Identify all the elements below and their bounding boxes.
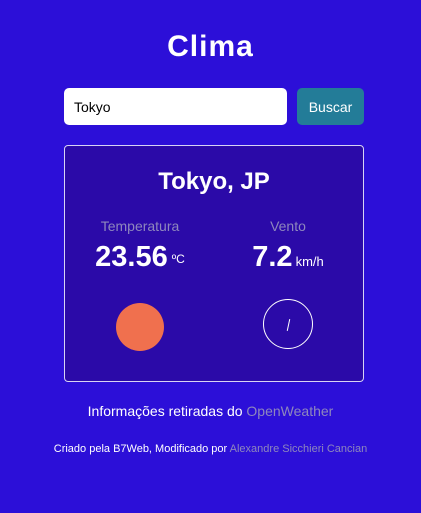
temperature-value: 23.56	[95, 241, 168, 273]
wind-direction-dial	[263, 299, 313, 349]
wind-value: 7.2	[252, 241, 293, 273]
wind-direction-needle	[286, 319, 291, 331]
credit-line: Criado pela B7Web, Modificado por Alexan…	[0, 443, 421, 455]
wind-value-group: 7.2 km/h	[213, 240, 363, 279]
credit-text: Criado pela B7Web, Modificado por	[53, 443, 228, 455]
source-line: Informações retiradas do OpenWeather	[0, 403, 421, 419]
search-input[interactable]	[64, 88, 287, 125]
city-title: Tokyo, JP	[158, 168, 270, 195]
wind-section: Vento 7.2 km/h	[213, 218, 363, 279]
wind-label: Vento	[270, 218, 306, 234]
author-link[interactable]: Alexandre Sicchieri Cancian	[230, 443, 368, 455]
weather-result-card: Tokyo, JP Temperatura 23.56 ºC Vento 7.2 k…	[64, 145, 364, 382]
source-text: Informações retiradas do	[87, 403, 243, 419]
page-title: Clima	[167, 30, 254, 63]
search-button[interactable]: Buscar	[297, 88, 364, 125]
temperature-value-group: 23.56 ºC	[65, 240, 215, 274]
openweather-link[interactable]: OpenWeather	[246, 403, 333, 419]
temperature-unit: ºC	[171, 252, 185, 266]
search-form: Buscar	[64, 88, 364, 125]
wind-unit: km/h	[295, 254, 324, 269]
temperature-label: Temperatura	[100, 218, 180, 234]
temperature-section: Temperatura 23.56 ºC	[65, 218, 215, 274]
weather-app: Clima Buscar Tokyo, JP Temperatura 23.56…	[0, 0, 421, 513]
temperature-indicator	[116, 303, 164, 351]
